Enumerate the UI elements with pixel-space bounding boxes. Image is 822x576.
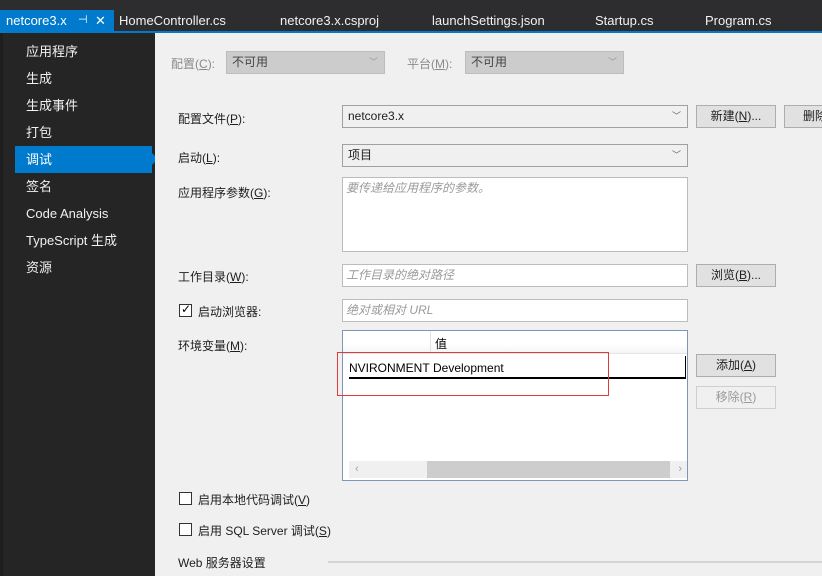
sql-debug-checkbox[interactable]	[179, 523, 192, 536]
nav-item-build-events[interactable]: 生成事件	[15, 92, 152, 119]
chevron-down-icon: ﹀	[671, 150, 681, 160]
launch-select[interactable]: 项目 ﹀	[342, 144, 688, 167]
app-args-textarea[interactable]: 要传递给应用程序的参数。	[342, 177, 688, 252]
column-header-value[interactable]: 值	[435, 335, 447, 352]
chevron-down-icon: ﹀	[671, 111, 681, 121]
nav-item-signing[interactable]: 签名	[15, 173, 152, 200]
env-vars-label: 环境变量(M):	[178, 339, 248, 353]
remove-env-var-button[interactable]: 移除(R)	[696, 386, 776, 409]
nav-item-code-analysis[interactable]: Code Analysis	[15, 200, 152, 227]
launch-browser-checkbox[interactable]: ✓	[179, 302, 192, 317]
scroll-right-icon[interactable]: ›	[678, 461, 682, 478]
debug-settings-panel: 配置(C): 不可用 ﹀ 平台(M): 不可用 ﹀ 配置文件(P): netco…	[155, 33, 822, 576]
nav-item-application[interactable]: 应用程序	[15, 38, 152, 65]
delete-profile-button[interactable]: 删除	[784, 105, 822, 128]
grid-header: 值	[343, 331, 687, 354]
workdir-input[interactable]: 工作目录的绝对路径	[342, 264, 688, 287]
native-debug-label: 启用本地代码调试(V)	[198, 493, 311, 507]
table-row[interactable]: NVIRONMENT Development	[349, 356, 686, 379]
tab-launchsettings[interactable]: launchSettings.json	[432, 10, 545, 31]
tab-label: netcore3.x	[6, 13, 67, 28]
nav-item-build[interactable]: 生成	[15, 65, 152, 92]
config-value: 不可用	[232, 55, 269, 69]
section-divider	[328, 561, 822, 563]
launch-label: 启动(L):	[178, 151, 221, 165]
browse-button[interactable]: 浏览(B)...	[696, 264, 776, 287]
sql-debug-label: 启用 SQL Server 调试(S)	[198, 524, 331, 538]
web-server-section-heading: Web 服务器设置	[178, 556, 266, 570]
profile-value: netcore3.x	[348, 109, 405, 123]
tab-program[interactable]: Program.cs	[705, 10, 771, 31]
profile-label: 配置文件(P):	[178, 112, 246, 126]
pin-icon[interactable]: ⊣	[78, 10, 88, 31]
tab-homecontroller[interactable]: HomeController.cs	[119, 10, 226, 31]
env-var-name[interactable]: NVIRONMENT	[349, 361, 430, 375]
nav-item-package[interactable]: 打包	[15, 119, 152, 146]
document-tab-bar: netcore3.x ⊣ ✕ HomeController.cs netcore…	[0, 0, 822, 33]
new-profile-button[interactable]: 新建(N)...	[696, 105, 776, 128]
chevron-down-icon: ﹀	[607, 57, 617, 67]
check-icon: ✓	[181, 302, 192, 316]
config-label: 配置(C):	[171, 57, 216, 71]
platform-value: 不可用	[471, 55, 508, 69]
platform-label: 平台(M):	[407, 57, 453, 71]
launch-browser-label: 启动浏览器:	[198, 305, 262, 319]
app-args-label: 应用程序参数(G):	[178, 186, 271, 200]
nav-item-debug[interactable]: 调试	[15, 146, 158, 173]
close-icon[interactable]: ✕	[95, 10, 106, 31]
property-pages-nav: 应用程序 生成 生成事件 打包 调试 签名 Code Analysis Type…	[0, 33, 158, 576]
env-vars-grid[interactable]: 值 NVIRONMENT Development ‹ ›	[342, 330, 688, 481]
tab-netcore3x[interactable]: netcore3.x ⊣ ✕	[0, 10, 114, 31]
nav-item-resources[interactable]: 资源	[15, 254, 152, 281]
add-env-var-button[interactable]: 添加(A)	[696, 354, 776, 377]
tab-csproj[interactable]: netcore3.x.csproj	[280, 10, 379, 31]
launch-value: 项目	[348, 148, 373, 162]
platform-select[interactable]: 不可用 ﹀	[465, 51, 624, 74]
scrollbar-thumb[interactable]	[427, 461, 670, 478]
profile-select[interactable]: netcore3.x ﹀	[342, 105, 688, 128]
column-divider[interactable]	[430, 331, 431, 354]
scroll-left-icon[interactable]: ‹	[355, 461, 359, 478]
env-var-value[interactable]: Development	[433, 361, 504, 375]
config-select[interactable]: 不可用 ﹀	[226, 51, 385, 74]
chevron-down-icon: ﹀	[368, 57, 378, 67]
tab-startup[interactable]: Startup.cs	[595, 10, 654, 31]
browser-url-input[interactable]: 绝对或相对 URL	[342, 299, 688, 322]
native-debug-checkbox[interactable]	[179, 492, 192, 505]
workdir-label: 工作目录(W):	[178, 270, 249, 284]
horizontal-scrollbar[interactable]: ‹ ›	[349, 461, 687, 478]
nav-item-typescript-build[interactable]: TypeScript 生成	[15, 227, 152, 254]
